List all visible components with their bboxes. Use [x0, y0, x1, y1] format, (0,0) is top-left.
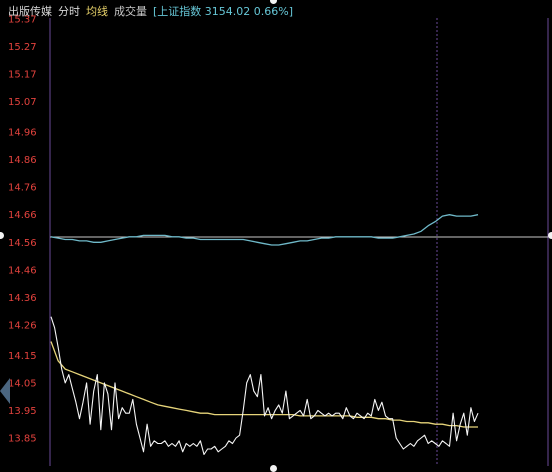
intraday-chart[interactable]: 15.37 15.27 15.17 15.07 14.96 14.86 14.76 14.66…: [0, 0, 552, 469]
y-tick-label: 15.37: [8, 15, 37, 26]
y-tick-label: 14.15: [8, 351, 37, 362]
y-tick-label: 14.46: [8, 265, 37, 276]
y-tick-label: 14.76: [8, 183, 37, 194]
y-tick-label: 13.95: [8, 406, 37, 417]
right-edge-handle[interactable]: [548, 232, 552, 239]
y-tick-label: 14.96: [8, 128, 37, 139]
y-tick-label: 15.27: [8, 42, 37, 53]
y-tick-label: 13.85: [8, 434, 37, 445]
y-tick-label: 14.56: [8, 238, 37, 249]
y-tick-label: 14.05: [8, 378, 37, 389]
index-series-line: [50, 214, 479, 246]
chart-window: 出版传媒 分时 均线 成交量 [上证指数 3154.02 0.66%] 15.3…: [0, 0, 552, 472]
y-tick-label: 14.36: [8, 293, 37, 304]
price-series-line: [50, 316, 479, 456]
y-tick-label: 14.66: [8, 210, 37, 221]
y-tick-label: 14.26: [8, 320, 37, 331]
y-tick-label: 15.17: [8, 70, 37, 81]
y-tick-label: 15.07: [8, 97, 37, 108]
y-tick-label: 14.86: [8, 155, 37, 166]
